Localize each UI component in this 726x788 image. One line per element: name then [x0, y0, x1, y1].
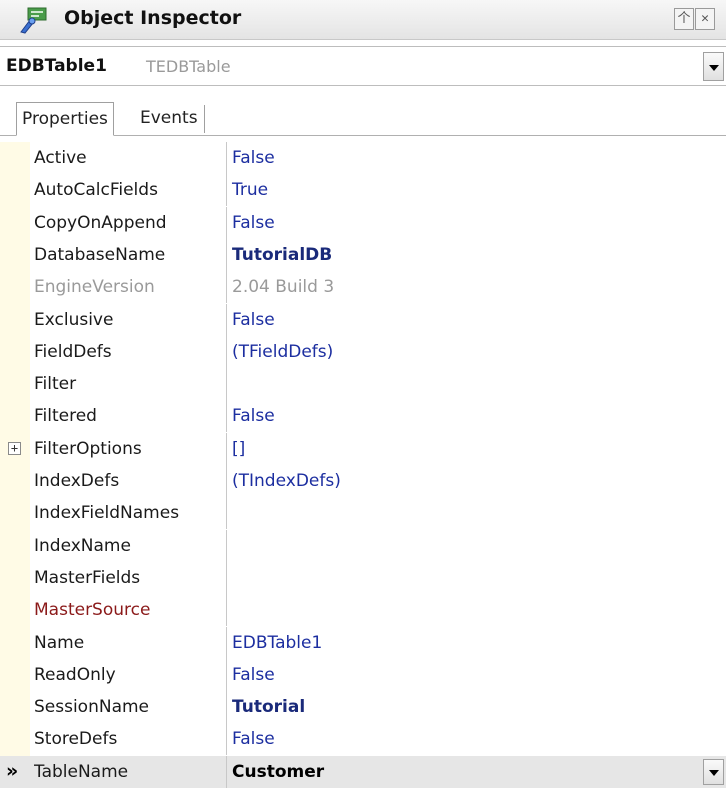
property-row-indexdefs[interactable]: IndexDefs (TIndexDefs) [0, 465, 726, 497]
property-name: IndexFieldNames [34, 497, 227, 530]
property-name: EngineVersion [34, 271, 227, 304]
property-value[interactable]: Customer [232, 756, 324, 788]
property-row-mastersource[interactable]: MasterSource [0, 594, 726, 627]
tab-properties[interactable]: Properties [16, 102, 114, 136]
object-inspector-icon [20, 7, 47, 34]
property-row-sessionname[interactable]: SessionName Tutorial [0, 691, 726, 724]
property-row-exclusive[interactable]: Exclusive False [0, 303, 726, 336]
property-row-indexfieldnames[interactable]: IndexFieldNames [0, 497, 726, 530]
property-name: MasterFields [34, 561, 227, 594]
property-row-indexname[interactable]: IndexName [0, 529, 726, 562]
property-name: DatabaseName [34, 238, 227, 271]
property-value[interactable]: Tutorial [232, 691, 305, 723]
property-name: StoreDefs [34, 723, 227, 756]
value-dropdown-button[interactable] [703, 758, 724, 785]
property-row-readonly[interactable]: ReadOnly False [0, 658, 726, 691]
property-value[interactable]: [] [232, 433, 245, 465]
property-row-filtered[interactable]: Filtered False [0, 400, 726, 433]
property-name: IndexDefs [34, 465, 227, 497]
object-type: TEDBTable [146, 57, 231, 76]
property-name: Name [34, 626, 227, 659]
property-row-name[interactable]: Name EDBTable1 [0, 626, 726, 659]
expand-plus-icon[interactable]: + [8, 441, 21, 455]
property-value[interactable]: False [232, 207, 275, 239]
property-grid: Active False AutoCalcFields True CopyOnAppen… [0, 142, 726, 788]
property-name: FieldDefs [34, 335, 227, 368]
property-row-filter[interactable]: Filter [0, 368, 726, 401]
property-name: FilterOptions [34, 432, 227, 465]
property-value[interactable]: False [232, 142, 275, 174]
property-value[interactable]: False [232, 723, 275, 755]
property-row-copyonappend[interactable]: CopyOnAppend False [0, 206, 726, 239]
property-name: SessionName [34, 691, 227, 724]
property-value[interactable]: False [232, 304, 275, 336]
property-row-autocalcfields[interactable]: AutoCalcFields True [0, 174, 726, 207]
property-value[interactable]: True [232, 174, 268, 206]
property-value[interactable]: TutorialDB [232, 239, 332, 271]
window-title: Object Inspector [64, 7, 242, 29]
tab-bar: Properties Events [0, 96, 726, 136]
property-row-filteroptions[interactable]: + FilterOptions[] [0, 432, 726, 465]
title-bar: Object Inspector 个 ✕ [0, 0, 726, 40]
property-row-engineversion[interactable]: EngineVersion 2.04 Build 3 [0, 271, 726, 304]
property-row-active[interactable]: Active False [0, 142, 726, 174]
property-name: Filtered [34, 400, 227, 433]
property-value[interactable]: (TIndexDefs) [232, 465, 341, 497]
selected-row-marker-icon: » [6, 759, 19, 782]
object-name: EDBTable1 [6, 56, 107, 76]
property-value[interactable]: 2.04 Build 3 [232, 271, 334, 303]
close-button[interactable]: ✕ [695, 8, 715, 30]
property-value[interactable]: False [232, 659, 275, 691]
pin-button[interactable]: 个 [674, 8, 694, 30]
property-name: Filter [34, 368, 227, 401]
property-value[interactable]: EDBTable1 [232, 627, 322, 659]
property-row-storedefs[interactable]: StoreDefs False [0, 723, 726, 756]
property-name: MasterSource [34, 594, 227, 627]
property-name: ReadOnly [34, 658, 227, 691]
property-name: IndexName [34, 529, 227, 562]
property-row-fielddefs[interactable]: FieldDefs (TFieldDefs) [0, 335, 726, 368]
property-row-databasename[interactable]: DatabaseName TutorialDB [0, 238, 726, 271]
property-name: CopyOnAppend [34, 206, 227, 239]
property-value[interactable]: (TFieldDefs) [232, 336, 333, 368]
property-row-tablename[interactable]: » TableName Customer [0, 755, 726, 788]
property-name: Exclusive [34, 303, 227, 336]
object-selector-dropdown-button[interactable] [703, 52, 724, 81]
object-selector[interactable]: EDBTable1 TEDBTable [0, 46, 726, 86]
tab-events[interactable]: Events [136, 105, 205, 133]
property-name: TableName [34, 755, 227, 788]
property-value[interactable]: False [232, 400, 275, 432]
property-row-masterfields[interactable]: MasterFields [0, 561, 726, 594]
property-name: Active [34, 142, 227, 174]
property-name: AutoCalcFields [34, 174, 227, 207]
